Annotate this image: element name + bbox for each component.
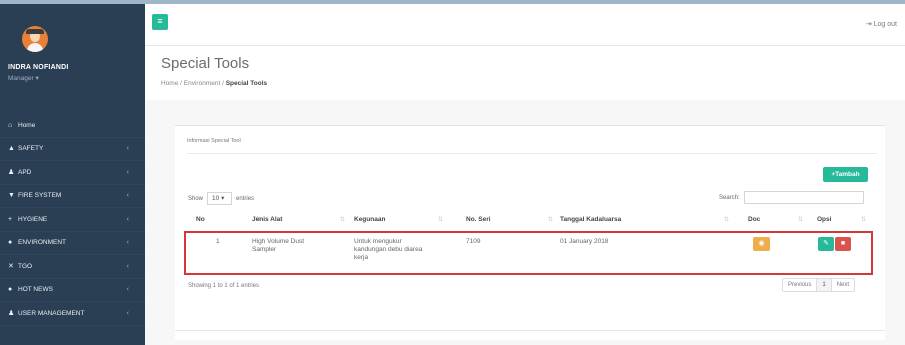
home-icon: ⌂	[8, 121, 13, 129]
sidebar-item-label: TGO	[18, 262, 33, 270]
column-header-no-seri[interactable]: No. Seri ⇅	[466, 216, 553, 223]
entries-value: 10	[212, 195, 220, 202]
previous-page-button[interactable]: Previous	[783, 279, 818, 291]
chevron-left-icon: ‹	[126, 239, 129, 247]
row-highlight-annotation	[184, 231, 873, 275]
sort-icon: ⇅	[798, 217, 804, 223]
chevron-left-icon: ‹	[126, 309, 129, 317]
sidebar-item-hygiene[interactable]: + HYGIENE ‹	[0, 208, 145, 232]
divider	[175, 330, 885, 331]
sidebar-item-environment[interactable]: ● ENVIRONMENT ‹	[0, 232, 145, 255]
sidebar-item-label: APD	[18, 168, 32, 176]
column-header-tanggal-kadaluarsa[interactable]: Tanggal Kadaluarsa ⇅	[560, 216, 729, 223]
sidebar-item-tgo[interactable]: ✕ TGO ‹	[0, 255, 145, 279]
sidebar-item-safety[interactable]: ▲ SAFETY ‹	[0, 138, 145, 161]
chevron-left-icon: ‹	[126, 145, 129, 153]
sidebar-item-apd[interactable]: ♟ APD ‹	[0, 161, 145, 185]
search-control: Search:	[719, 191, 864, 204]
top-navbar: ≡ ⇥ Log out	[145, 0, 905, 46]
sort-icon: ⇅	[548, 217, 554, 223]
chevron-left-icon: ‹	[126, 286, 129, 294]
next-page-button[interactable]: Next	[832, 279, 854, 291]
chevron-left-icon: ‹	[126, 192, 129, 200]
chevron-left-icon: ‹	[126, 215, 129, 223]
table-header: No ⇅ Jenis Alat ⇅ Kegunaan ⇅ No. Seri ⇅ Tang…	[188, 208, 868, 232]
sidebar-item-label: HOT NEWS	[18, 286, 53, 294]
sidebar-item-home[interactable]: ⌂ Home	[0, 114, 145, 138]
chevron-down-icon: ▾	[221, 195, 225, 202]
users-icon: ♟	[8, 310, 15, 318]
user-role-dropdown[interactable]: Manager ▾	[8, 74, 39, 82]
avatar[interactable]	[22, 26, 48, 52]
column-header-jenis-alat[interactable]: Jenis Alat ⇅	[252, 216, 345, 223]
user-icon: ♟	[8, 169, 15, 177]
globe-icon: ●	[8, 239, 13, 247]
breadcrumb-environment[interactable]: Environment	[184, 80, 221, 87]
divider	[187, 153, 877, 154]
sort-icon: ⇅	[724, 217, 730, 223]
sidebar: INDRA NOFIANDI Manager ▾ ⌂ Home ▲ SAFETY…	[0, 0, 145, 345]
logout-link[interactable]: ⇥ Log out	[866, 20, 897, 28]
profile: INDRA NOFIANDI Manager ▾	[0, 4, 145, 94]
sidebar-item-user-management[interactable]: ♟ USER MANAGEMENT ‹	[0, 302, 145, 326]
search-input[interactable]	[743, 191, 864, 204]
entries-label: entries	[236, 195, 255, 202]
panel-title: Informasi Special Tool	[187, 138, 241, 144]
entries-length-control: Show 10 ▾ entries	[188, 192, 254, 205]
thumbs-up-icon: ▲	[8, 145, 15, 153]
column-header-doc[interactable]: Doc ⇅	[748, 216, 803, 223]
sidebar-menu: ⌂ Home ▲ SAFETY ‹ ♟ APD ‹ ▼ FIRE SYSTEM …	[0, 114, 145, 326]
chevron-left-icon: ‹	[126, 168, 129, 176]
plus-icon: +	[8, 215, 13, 223]
sort-icon: ⇅	[438, 217, 444, 223]
breadcrumb: Home / Environment / Special Tools	[161, 80, 267, 87]
show-label: Show	[188, 195, 204, 202]
search-label: Search:	[719, 194, 740, 201]
sort-icon: ⇅	[340, 217, 346, 223]
sidebar-item-label: ENVIRONMENT	[18, 239, 67, 247]
entries-select[interactable]: 10 ▾	[207, 192, 233, 205]
menu-toggle-button[interactable]: ≡	[152, 14, 168, 30]
user-name: INDRA NOFIANDI	[8, 64, 69, 71]
tools-icon: ✕	[8, 263, 14, 271]
globe-icon: ●	[8, 286, 13, 294]
filter-icon: ▼	[8, 192, 15, 200]
sidebar-item-hot-news[interactable]: ● HOT NEWS ‹	[0, 279, 145, 302]
page-1-button[interactable]: 1	[817, 279, 832, 291]
column-header-no[interactable]: No ⇅	[196, 216, 261, 223]
sidebar-item-label: FIRE SYSTEM	[18, 192, 62, 200]
pagination: Previous 1 Next	[782, 278, 856, 292]
add-button[interactable]: +Tambah	[823, 167, 868, 182]
breadcrumb-current: Special Tools	[225, 80, 268, 87]
table-info: Showing 1 to 1 of 1 entries	[188, 283, 260, 289]
sidebar-item-label: Home	[18, 121, 36, 129]
breadcrumb-home[interactable]: Home	[161, 80, 178, 87]
chevron-left-icon: ‹	[126, 262, 129, 270]
column-header-kegunaan[interactable]: Kegunaan ⇅	[354, 216, 443, 223]
sidebar-item-label: HYGIENE	[18, 215, 48, 223]
sidebar-item-label: USER MANAGEMENT	[18, 309, 85, 317]
sidebar-item-label: SAFETY	[18, 145, 44, 153]
sidebar-item-fire-system[interactable]: ▼ FIRE SYSTEM ‹	[0, 185, 145, 208]
page-title: Special Tools	[161, 55, 250, 72]
column-header-opsi[interactable]: Opsi ⇅	[817, 216, 866, 223]
sort-icon: ⇅	[861, 217, 867, 223]
